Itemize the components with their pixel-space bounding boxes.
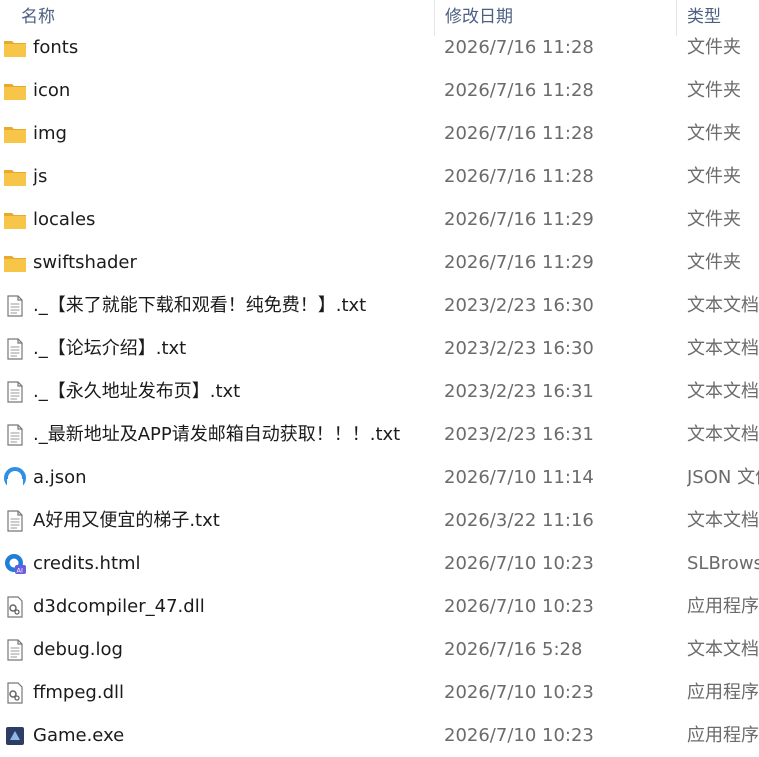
file-row[interactable]: js 2026/7/16 11:28 文件夹 [0, 155, 759, 198]
file-name: debug.log [33, 639, 123, 660]
file-name: d3dcompiler_47.dll [33, 596, 205, 617]
file-date-modified: 2026/7/10 10:23 [444, 725, 594, 746]
file-type: 应用程序扩展 [687, 596, 759, 617]
file-type: 文件夹 [687, 166, 741, 187]
file-type: 文本文档 [687, 338, 759, 359]
file-name: js [33, 166, 48, 187]
file-row[interactable]: swiftshader 2026/7/16 11:29 文件夹 [0, 241, 759, 284]
file-date-modified: 2026/3/22 11:16 [444, 510, 594, 531]
file-row[interactable]: A好用又便宜的梯子.txt 2026/3/22 11:16 文本文档 [0, 499, 759, 542]
file-name: swiftshader [33, 252, 137, 273]
text-file-icon [3, 381, 27, 403]
file-name: ffmpeg.dll [33, 682, 125, 703]
file-date-modified: 2023/2/23 16:31 [444, 381, 594, 402]
file-row[interactable]: a.json 2026/7/10 11:14 JSON 文件 [0, 456, 759, 499]
file-date-modified: 2026/7/16 11:29 [444, 252, 594, 273]
file-name: a.json [33, 467, 87, 488]
sort-indicator-icon: ^ [218, 0, 227, 6]
file-row[interactable]: icon 2026/7/16 11:28 文件夹 [0, 69, 759, 112]
file-row[interactable]: AI credits.html 2026/7/10 10:23 SLBrowser [0, 542, 759, 585]
file-type: 文本文档 [687, 510, 759, 531]
folder-icon [3, 166, 27, 188]
folder-icon [3, 80, 27, 102]
file-row[interactable]: img 2026/7/16 11:28 文件夹 [0, 112, 759, 155]
file-name: img [33, 123, 67, 144]
file-date-modified: 2026/7/16 11:28 [444, 123, 594, 144]
file-type: 应用程序 [687, 725, 759, 746]
folder-icon [3, 37, 27, 59]
file-type: JSON 文件 [687, 467, 759, 488]
text-file-icon [3, 295, 27, 317]
text-file-icon [3, 639, 27, 661]
file-type: 文件夹 [687, 37, 741, 58]
file-row[interactable]: debug.log 2026/7/16 5:28 文本文档 [0, 628, 759, 671]
svg-text:AI: AI [17, 567, 23, 575]
file-row[interactable]: Game.exe 2026/7/10 10:23 应用程序 [0, 714, 759, 757]
file-row[interactable]: locales 2026/7/16 11:29 文件夹 [0, 198, 759, 241]
file-date-modified: 2026/7/10 10:23 [444, 553, 594, 574]
dll-file-icon [3, 682, 27, 704]
file-row[interactable]: fonts 2026/7/16 11:28 文件夹 [0, 26, 759, 69]
html-file-icon: AI [3, 553, 27, 575]
file-date-modified: 2026/7/16 11:28 [444, 166, 594, 187]
file-type: 文件夹 [687, 80, 741, 101]
file-list: fonts 2026/7/16 11:28 文件夹 icon 2026/7/16 11:… [0, 26, 759, 757]
file-date-modified: 2026/7/16 11:28 [444, 37, 594, 58]
file-name: Game.exe [33, 725, 125, 746]
file-type: 文件夹 [687, 123, 741, 144]
file-row[interactable]: ._【论坛介绍】.txt 2023/2/23 16:30 文本文档 [0, 327, 759, 370]
file-type: 文本文档 [687, 424, 759, 445]
file-date-modified: 2026/7/10 11:14 [444, 467, 594, 488]
file-row[interactable]: ._最新地址及APP请发邮箱自动获取！！！.txt 2023/2/23 16:31… [0, 413, 759, 456]
file-date-modified: 2023/2/23 16:30 [444, 295, 594, 316]
file-name: fonts [33, 37, 79, 58]
file-type: 文件夹 [687, 209, 741, 230]
folder-icon [3, 252, 27, 274]
file-name: ._【永久地址发布页】.txt [33, 381, 241, 402]
file-name: ._最新地址及APP请发邮箱自动获取！！！.txt [33, 424, 401, 445]
json-file-icon [3, 467, 27, 489]
folder-icon [3, 209, 27, 231]
dll-file-icon [3, 596, 27, 618]
file-type: SLBrowser [687, 553, 759, 574]
file-row[interactable]: ._【来了就能下载和观看！纯免费！】.txt 2023/2/23 16:30 文本文… [0, 284, 759, 327]
file-name: ._【来了就能下载和观看！纯免费！】.txt [33, 295, 367, 316]
file-row[interactable]: d3dcompiler_47.dll 2026/7/10 10:23 应用程序扩展 [0, 585, 759, 628]
file-date-modified: 2026/7/16 5:28 [444, 639, 583, 660]
file-name: credits.html [33, 553, 141, 574]
file-type: 文本文档 [687, 381, 759, 402]
file-date-modified: 2026/7/10 10:23 [444, 682, 594, 703]
file-name: ._【论坛介绍】.txt [33, 338, 187, 359]
file-type: 文本文档 [687, 639, 759, 660]
file-date-modified: 2026/7/16 11:29 [444, 209, 594, 230]
file-date-modified: 2023/2/23 16:31 [444, 424, 594, 445]
file-type: 文本文档 [687, 295, 759, 316]
exe-file-icon [3, 725, 27, 747]
text-file-icon [3, 424, 27, 446]
file-date-modified: 2023/2/23 16:30 [444, 338, 594, 359]
file-type: 文件夹 [687, 252, 741, 273]
folder-icon [3, 123, 27, 145]
text-file-icon [3, 510, 27, 532]
file-name: icon [33, 80, 71, 101]
file-date-modified: 2026/7/16 11:28 [444, 80, 594, 101]
file-row[interactable]: ._【永久地址发布页】.txt 2023/2/23 16:31 文本文档 [0, 370, 759, 413]
file-date-modified: 2026/7/10 10:23 [444, 596, 594, 617]
file-name: A好用又便宜的梯子.txt [33, 510, 220, 531]
text-file-icon [3, 338, 27, 360]
file-type: 应用程序扩展 [687, 682, 759, 703]
file-name: locales [33, 209, 96, 230]
file-row[interactable]: ffmpeg.dll 2026/7/10 10:23 应用程序扩展 [0, 671, 759, 714]
